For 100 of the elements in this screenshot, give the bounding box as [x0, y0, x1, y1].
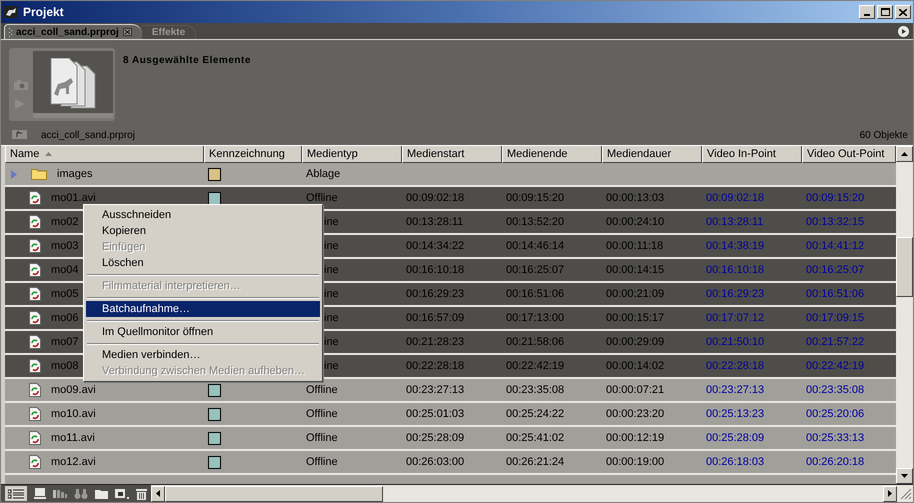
scroll-left-button[interactable] — [151, 486, 165, 502]
horizontal-scrollbar[interactable] — [151, 485, 913, 502]
timecode: 00:00:12:19 — [606, 430, 664, 446]
timecode: 00:25:24:22 — [506, 406, 564, 422]
item-name: mo07 — [51, 334, 79, 350]
item-name: mo06 — [51, 310, 79, 326]
timecode: 00:21:50:10 — [706, 334, 764, 350]
column-header[interactable]: Video Out-Point — [802, 146, 896, 163]
new-item-icon[interactable] — [115, 488, 129, 499]
column-label: Name — [10, 146, 40, 162]
item-name: mo11.avi — [51, 430, 95, 446]
item-name: mo05 — [51, 286, 79, 302]
offline-file-icon — [29, 191, 41, 205]
folder-icon[interactable] — [95, 488, 108, 498]
timecode: 00:09:15:20 — [506, 190, 564, 206]
timecode: 00:21:28:23 — [406, 334, 464, 350]
timecode: 00:16:10:18 — [406, 262, 464, 278]
timecode: 00:25:41:02 — [506, 430, 564, 446]
media-type: ine — [324, 334, 339, 350]
parent-folder-icon — [12, 128, 27, 139]
column-header[interactable]: Name — [5, 146, 204, 163]
media-type: Offline — [306, 454, 338, 470]
binoculars-icon[interactable] — [74, 488, 88, 498]
column-header[interactable]: Kennzeichnung — [204, 146, 302, 163]
timecode: 00:14:41:12 — [806, 238, 864, 254]
left-arrow-icon — [156, 490, 160, 497]
trash-icon[interactable] — [136, 488, 147, 500]
minimize-icon — [864, 14, 870, 16]
item-name: mo08 — [51, 358, 79, 374]
vertical-scrollbar[interactable] — [896, 146, 913, 484]
list-view-button[interactable] — [5, 486, 27, 501]
window-title: Projekt — [23, 4, 64, 21]
item-name: mo12.avi — [51, 454, 96, 470]
timecode: 00:00:29:09 — [606, 334, 664, 350]
column-label: Medientyp — [307, 146, 358, 162]
item-name: mo02 — [51, 214, 79, 230]
maximize-icon — [880, 8, 890, 16]
column-header[interactable]: Medienende — [502, 146, 602, 163]
timecode: 00:26:03:00 — [406, 454, 464, 470]
panel-menu-button[interactable] — [898, 26, 909, 37]
timecode: 00:22:42:19 — [806, 358, 864, 374]
timecode: 00:17:13:00 — [506, 310, 564, 326]
maximize-button[interactable] — [877, 5, 893, 19]
item-name: mo04 — [51, 262, 79, 278]
icon-view-icon[interactable] — [34, 488, 46, 499]
offline-file-icon — [29, 383, 41, 397]
list-view-icon — [8, 488, 24, 498]
resize-grip-icon[interactable] — [900, 488, 912, 500]
timecode: 00:22:42:19 — [506, 358, 564, 374]
scroll-up-button[interactable] — [896, 146, 913, 162]
item-name: images — [57, 166, 92, 182]
column-label: Mediendauer — [607, 146, 672, 162]
timecode: 00:22:28:18 — [706, 358, 764, 374]
media-type: ine — [324, 262, 339, 278]
timecode: 00:00:21:09 — [606, 286, 664, 302]
column-header[interactable]: Video In-Point — [702, 146, 802, 163]
horizontal-scroll-thumb[interactable] — [165, 486, 383, 502]
right-arrow-icon — [888, 490, 892, 497]
timecode: 00:16:25:07 — [506, 262, 564, 278]
scroll-thumb[interactable] — [896, 237, 913, 297]
timecode: 00:00:24:10 — [606, 214, 664, 230]
up-arrow-icon — [901, 152, 908, 156]
timecode: 00:00:14:02 — [606, 358, 664, 374]
column-header[interactable]: Medienstart — [402, 146, 502, 163]
media-type: ine — [324, 310, 339, 326]
timecode: 00:25:33:13 — [806, 430, 864, 446]
offline-file-icon — [29, 407, 41, 421]
close-icon — [899, 8, 907, 16]
play-icon — [902, 29, 906, 34]
media-type: Ablage — [306, 166, 340, 182]
timecode: 00:25:13:23 — [706, 406, 764, 422]
scroll-right-button[interactable] — [883, 486, 897, 502]
media-type: Offline — [306, 190, 338, 206]
timecode: 00:00:14:15 — [606, 262, 664, 278]
timecode: 00:16:57:09 — [406, 310, 464, 326]
item-name: mo10.avi — [51, 406, 96, 422]
down-arrow-icon — [901, 474, 908, 478]
close-tab-icon[interactable] — [122, 28, 132, 36]
timecode: 00:22:28:18 — [406, 358, 464, 374]
column-label: Video In-Point — [707, 146, 776, 162]
folder-row[interactable]: images Ablage — [5, 163, 896, 187]
timecode: 00:13:52:20 — [506, 214, 564, 230]
timecode: 00:09:02:18 — [406, 190, 464, 206]
column-label: Medienende — [507, 146, 568, 162]
menu-item[interactable]: Batchaufnahme… — [86, 301, 320, 317]
timecode: 00:16:51:06 — [806, 286, 864, 302]
minimize-button[interactable] — [859, 5, 875, 19]
media-type: Offline — [306, 430, 338, 446]
timecode: 00:23:27:13 — [406, 382, 464, 398]
timecode: 00:25:28:09 — [406, 430, 464, 446]
column-header[interactable]: Mediendauer — [602, 146, 702, 163]
column-label: Video Out-Point — [807, 146, 884, 162]
timecode: 00:17:09:15 — [806, 310, 864, 326]
column-header[interactable]: Medientyp — [302, 146, 402, 163]
timecode: 00:13:32:15 — [806, 214, 864, 230]
timecode: 00:17:07:12 — [706, 310, 764, 326]
timecode: 00:26:20:18 — [806, 454, 864, 470]
close-button[interactable] — [895, 5, 911, 19]
scroll-down-button[interactable] — [896, 468, 913, 484]
timecode: 00:16:25:07 — [806, 262, 864, 278]
